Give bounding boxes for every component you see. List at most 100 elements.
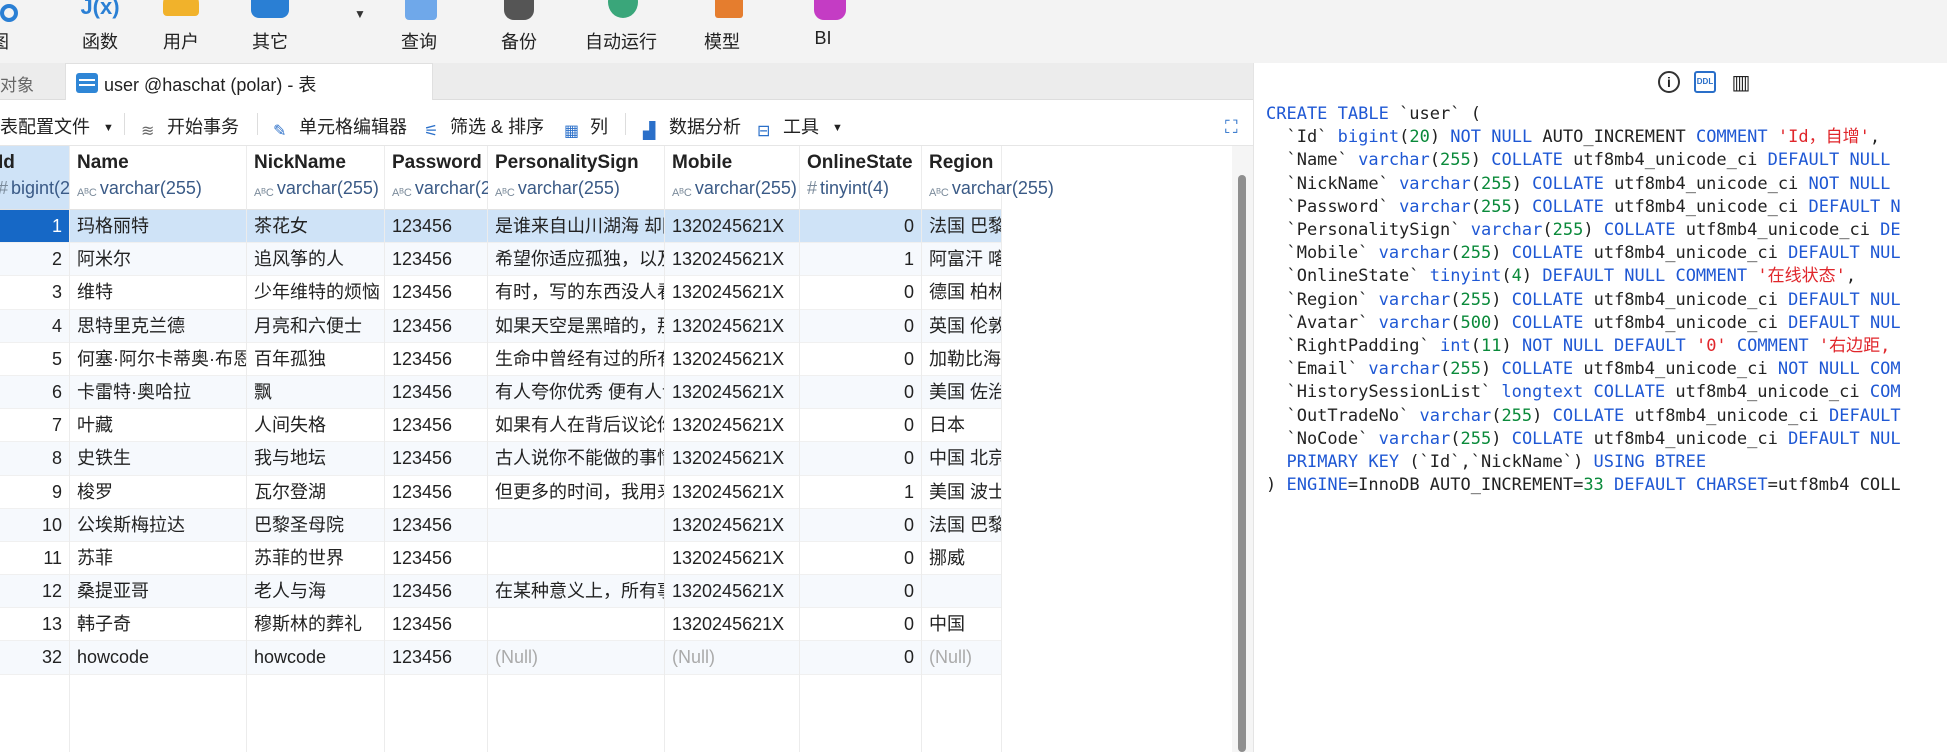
table-cell[interactable]: 少年维特的烦恼: [247, 276, 384, 310]
table-cell[interactable]: 巴黎圣母院: [247, 508, 384, 542]
table-cell[interactable]: 茶花女: [247, 210, 384, 244]
table-cell[interactable]: 有时，写的东西没人看或被: [488, 276, 664, 310]
table-cell[interactable]: 123456: [385, 409, 487, 443]
table-cell[interactable]: 古人说你不能做的事情，你: [488, 442, 664, 476]
table-cell[interactable]: 1320245621X: [665, 309, 799, 343]
table-cell[interactable]: 韩子奇: [70, 608, 246, 642]
table-cell[interactable]: 玛格丽特: [70, 210, 246, 244]
table-cell[interactable]: 如果天空是黑暗的，那就摸: [488, 309, 664, 343]
table-cell[interactable]: 1320245621X: [665, 276, 799, 310]
table-cell[interactable]: 百年孤独: [247, 343, 384, 376]
table-cell[interactable]: 12: [0, 575, 69, 609]
table-cell[interactable]: 9: [0, 476, 69, 509]
table-cell[interactable]: 1320245621X: [665, 508, 799, 542]
table-cell[interactable]: 1320245621X: [665, 442, 799, 476]
table-cell[interactable]: 梭罗: [70, 476, 246, 509]
table-cell[interactable]: 1: [800, 476, 921, 509]
column-header[interactable]: NickName AᴮC varchar(255): [247, 146, 384, 210]
ribbon-query-button[interactable]: 查询: [374, 0, 464, 63]
table-cell[interactable]: 0: [800, 508, 921, 542]
table-cell[interactable]: 美国 佐治: [922, 375, 1001, 410]
ribbon-user-button[interactable]: 用户: [136, 0, 226, 63]
table-cell[interactable]: 0: [800, 542, 921, 576]
table-cell[interactable]: 英国 伦敦: [922, 309, 1001, 343]
column-header[interactable]: PersonalitySign AᴮC varchar(255): [488, 146, 664, 210]
table-cell[interactable]: 123456: [385, 442, 487, 476]
table-cell[interactable]: 1320245621X: [665, 476, 799, 509]
table-cell[interactable]: 加勒比海: [922, 343, 1001, 376]
table-cell[interactable]: 卡雷特·奥哈拉: [70, 375, 246, 410]
table-cell[interactable]: 人间失格: [247, 409, 384, 443]
table-cell[interactable]: 叶藏: [70, 409, 246, 443]
table-cell[interactable]: 123456: [385, 575, 487, 609]
table-cell[interactable]: 3: [0, 276, 69, 310]
table-cell[interactable]: howcode: [247, 641, 384, 675]
table-cell[interactable]: 123456: [385, 542, 487, 576]
table-cell[interactable]: 123456: [385, 276, 487, 310]
table-cell[interactable]: 0: [800, 442, 921, 476]
column-header[interactable]: Region AᴮC varchar(255): [922, 146, 1054, 210]
table-cell[interactable]: 1320245621X: [665, 608, 799, 642]
data-analysis-button[interactable]: ▟ 数据分析: [643, 113, 741, 140]
column-header[interactable]: Password AᴮC varchar(255): [385, 146, 517, 210]
table-cell[interactable]: 6: [0, 375, 69, 410]
columns-button[interactable]: ▦ 列: [564, 113, 608, 140]
table-cell[interactable]: 123456: [385, 608, 487, 642]
table-cell[interactable]: 0: [800, 608, 921, 642]
filter-sort-button[interactable]: ⚟ 筛选 & 排序: [424, 113, 544, 140]
table-cell[interactable]: 老人与海: [247, 575, 384, 609]
table-cell[interactable]: 123456: [385, 210, 487, 244]
table-cell[interactable]: 法国 巴黎: [922, 210, 1001, 244]
table-cell[interactable]: 1320245621X: [665, 575, 799, 609]
table-cell[interactable]: [488, 542, 664, 576]
table-cell[interactable]: 希望你适应孤独，以及它带来: [488, 243, 664, 277]
table-cell[interactable]: 维特: [70, 276, 246, 310]
table-cell[interactable]: 有人夸你优秀 便有人说你: [488, 375, 664, 410]
table-cell[interactable]: 美国 波士: [922, 476, 1001, 509]
table-cell[interactable]: 1320245621X: [665, 343, 799, 376]
table-cell[interactable]: 7: [0, 409, 69, 443]
expand-icon[interactable]: ⛶: [1225, 117, 1245, 137]
table-cell[interactable]: 我与地坛: [247, 442, 384, 476]
table-cell[interactable]: 1320245621X: [665, 210, 799, 244]
table-cell[interactable]: 1: [800, 243, 921, 277]
scrollbar-thumb[interactable]: [1238, 175, 1246, 752]
table-cell[interactable]: 123456: [385, 476, 487, 509]
table-cell[interactable]: 阿米尔: [70, 243, 246, 277]
table-cell[interactable]: 123456: [385, 508, 487, 542]
table-cell[interactable]: 11: [0, 542, 69, 576]
table-cell[interactable]: 阿富汗 喀: [922, 243, 1001, 277]
column-header[interactable]: Id#bigint(20): [0, 146, 86, 210]
table-cell[interactable]: 32: [0, 641, 69, 675]
table-cell[interactable]: howcode: [70, 641, 246, 675]
table-cell[interactable]: 8: [0, 442, 69, 476]
table-cell[interactable]: 法国 巴黎: [922, 508, 1001, 542]
ribbon-bi-button[interactable]: BI: [778, 0, 868, 63]
table-cell[interactable]: 中国 北京: [922, 442, 1001, 476]
table-cell[interactable]: 13: [0, 608, 69, 642]
table-cell[interactable]: 苏菲的世界: [247, 542, 384, 576]
tab-user-table[interactable]: user @haschat (polar) - 表: [65, 63, 433, 100]
table-cell[interactable]: 苏菲: [70, 542, 246, 576]
table-cell[interactable]: 德国 柏林: [922, 276, 1001, 310]
info-icon[interactable]: i: [1658, 71, 1680, 93]
table-cell[interactable]: 0: [800, 409, 921, 443]
tab-objects[interactable]: 对象: [0, 63, 65, 100]
table-cell[interactable]: 何塞·阿尔卡蒂奥·布恩迪亚: [70, 343, 246, 376]
table-cell[interactable]: (Null): [922, 641, 1001, 675]
table-cell[interactable]: 1: [0, 210, 69, 244]
ribbon-chart-button[interactable]: 图: [0, 0, 45, 63]
other-dropdown-arrow-icon[interactable]: ▼: [354, 7, 366, 21]
table-cell[interactable]: (Null): [488, 641, 664, 675]
ribbon-function-button[interactable]: J(x) 函数: [55, 0, 145, 63]
table-cell[interactable]: 123456: [385, 343, 487, 376]
table-cell[interactable]: 123456: [385, 309, 487, 343]
cell-editor-button[interactable]: ✎ 单元格编辑器: [273, 113, 407, 140]
table-cell[interactable]: [488, 508, 664, 542]
table-cell[interactable]: 0: [800, 575, 921, 609]
table-cell[interactable]: 1320245621X: [665, 542, 799, 576]
table-cell[interactable]: 0: [800, 309, 921, 343]
table-cell[interactable]: 瓦尔登湖: [247, 476, 384, 509]
table-cell[interactable]: 桑提亚哥: [70, 575, 246, 609]
table-cell[interactable]: 月亮和六便士: [247, 309, 384, 343]
